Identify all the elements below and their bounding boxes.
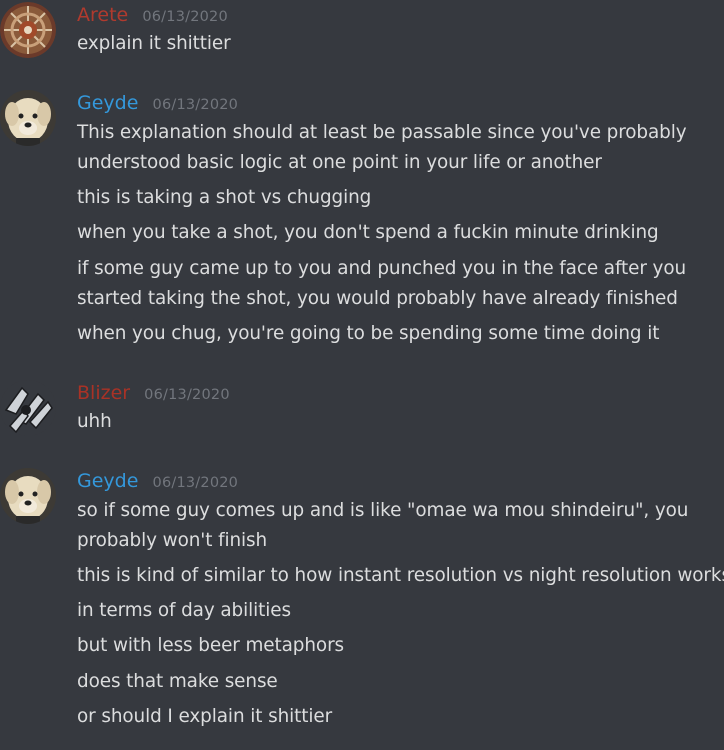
message-line: in terms of day abilities	[77, 600, 291, 621]
message-line: when you take a shot, you don't spend a …	[77, 222, 659, 243]
message-line: when you chug, you're going to be spendi…	[77, 323, 660, 344]
message-line: started taking the shot, you would proba…	[77, 288, 678, 309]
message-header: Blizer 06/13/2020	[77, 380, 230, 406]
username[interactable]: Arete	[77, 4, 128, 26]
message-line: if some guy came up to you and punched y…	[77, 258, 687, 279]
message-line: explain it shittier	[77, 33, 231, 54]
dog-avatar-icon[interactable]	[0, 90, 56, 146]
timestamp: 06/13/2020	[142, 9, 228, 25]
timestamp: 06/13/2020	[152, 475, 239, 491]
username[interactable]: Geyde	[77, 92, 138, 114]
message-line: uhh	[77, 411, 112, 432]
message-line: This explanation should at least be pass…	[77, 122, 687, 143]
timestamp: 06/13/2020	[152, 97, 239, 113]
message-header: Geyde 06/13/2020	[77, 468, 238, 494]
message-line: this is taking a shot vs chugging	[77, 187, 372, 208]
username[interactable]: Blizer	[77, 382, 130, 404]
message-line: or should I explain it shittier	[77, 706, 333, 727]
timestamp: 06/13/2020	[144, 387, 230, 403]
message-line: understood basic logic at one point in y…	[77, 152, 602, 173]
username[interactable]: Geyde	[77, 470, 138, 492]
chat-messages: Arete 06/13/2020 explain it shittier Gey…	[0, 0, 724, 750]
message-header: Arete 06/13/2020	[77, 2, 228, 28]
mandala-avatar-icon[interactable]	[0, 2, 56, 58]
message-header: Geyde 06/13/2020	[77, 90, 238, 116]
message-line: but with less beer metaphors	[77, 635, 345, 656]
dog-avatar-icon[interactable]	[0, 468, 56, 524]
message-line: does that make sense	[77, 671, 278, 692]
message-line: probably won't finish	[77, 530, 268, 551]
message-line: this is kind of similar to how instant r…	[77, 565, 724, 586]
message-line: so if some guy comes up and is like "oma…	[77, 500, 689, 521]
mech-avatar-icon[interactable]	[0, 380, 56, 436]
